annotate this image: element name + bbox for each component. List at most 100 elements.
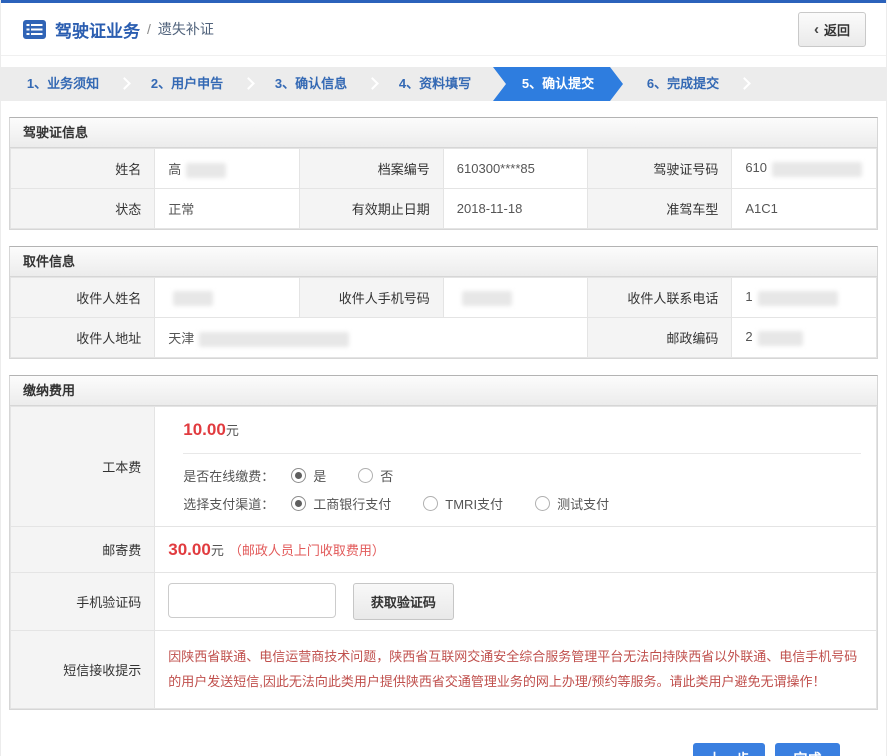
online-pay-row: 是否在线缴费： 是 否 <box>183 466 861 485</box>
radio-online-no-input[interactable] <box>358 468 373 483</box>
redacted-blob <box>186 163 226 178</box>
field-value-postal-code: 2 <box>732 318 877 358</box>
field-label-recipient-name: 收件人姓名 <box>11 278 155 318</box>
step-label: 3、确认信息 <box>275 76 347 91</box>
radio-channel-icbc[interactable]: 工商银行支付 <box>291 494 391 513</box>
radio-channel-test-input[interactable] <box>535 496 550 511</box>
section-payment: 缴纳费用 工本费 10.00元 是否在线缴费： 是 <box>9 375 878 710</box>
radio-label: 是 <box>313 466 326 485</box>
payment-table: 工本费 10.00元 是否在线缴费： 是 <box>10 406 877 709</box>
sms-code-cell: 获取验证码 <box>155 573 877 631</box>
step-5-confirm-submit[interactable]: 5、确认提交 <box>493 67 623 101</box>
sms-code-input[interactable] <box>168 583 336 618</box>
field-label-name: 姓名 <box>11 149 155 189</box>
value-text: 610300****85 <box>457 161 535 176</box>
mail-fee-cell: 30.00元 （邮政人员上门收取费用） <box>155 527 877 573</box>
field-value-vehicle-class: A1C1 <box>732 189 877 229</box>
step-4-fill-info[interactable]: 4、资料填写 <box>373 67 497 101</box>
radio-online-no[interactable]: 否 <box>358 466 393 485</box>
step-label: 2、用户申告 <box>151 76 223 91</box>
finish-button[interactable]: 完成 <box>775 743 840 756</box>
divider <box>183 453 861 454</box>
work-fee-amount: 10.00 <box>183 420 226 439</box>
redacted-blob <box>199 332 349 347</box>
pay-channel-question: 选择支付渠道： <box>183 494 291 513</box>
step-1-business-notes[interactable]: 1、业务须知 <box>1 67 125 101</box>
value-text: A1C1 <box>745 201 778 216</box>
section-license-title: 驾驶证信息 <box>10 118 877 148</box>
value-text: 2 <box>745 329 752 344</box>
field-label-expiry-date: 有效期止日期 <box>299 189 443 229</box>
mail-fee-amount: 30.00 <box>168 540 211 559</box>
table-row: 收件人地址 天津 邮政编码 2 <box>11 318 877 358</box>
value-text: 天津 <box>168 331 194 346</box>
back-button[interactable]: ‹ 返回 <box>798 12 866 47</box>
field-value-recipient-name <box>155 278 299 318</box>
step-wizard: 1、业务须知 2、用户申告 3、确认信息 4、资料填写 5、确认提交 6、完成提… <box>1 67 886 101</box>
online-pay-question: 是否在线缴费： <box>183 466 291 485</box>
radio-online-yes-input[interactable] <box>291 468 306 483</box>
breadcrumb-divider: / <box>147 21 151 37</box>
field-value-recipient-address: 天津 <box>155 318 588 358</box>
step-label: 6、完成提交 <box>647 76 719 91</box>
step-3-confirm-info[interactable]: 3、确认信息 <box>249 67 373 101</box>
list-icon <box>23 20 46 39</box>
table-row: 状态 正常 有效期止日期 2018-11-18 准驾车型 A1C1 <box>11 189 877 229</box>
field-value-status: 正常 <box>155 189 299 229</box>
field-value-recipient-phone: 1 <box>732 278 877 318</box>
redacted-blob <box>758 291 838 306</box>
value-text: 610 <box>745 160 767 175</box>
section-payment-title: 缴纳费用 <box>10 376 877 406</box>
mail-fee-note: （邮政人员上门收取费用） <box>229 543 385 558</box>
table-row: 手机验证码 获取验证码 <box>11 573 877 631</box>
value-text: 1 <box>745 289 752 304</box>
get-code-button[interactable]: 获取验证码 <box>353 583 454 620</box>
value-text: 高 <box>168 162 181 177</box>
mail-fee-unit: 元 <box>211 543 224 558</box>
step-6-complete-submit[interactable]: 6、完成提交 <box>621 67 745 101</box>
section-pickup-info: 取件信息 收件人姓名 收件人手机号码 收件人联系电话 1 收件人地址 天津 邮政… <box>9 246 878 359</box>
footer-actions: 上一步 完成 <box>1 743 840 756</box>
step-label: 5、确认提交 <box>522 76 594 91</box>
table-row: 短信接收提示 因陕西省联通、电信运营商技术问题，陕西省互联网交通安全综合服务管理… <box>11 631 877 709</box>
field-label-license-number: 驾驶证号码 <box>588 149 732 189</box>
radio-online-yes[interactable]: 是 <box>291 466 326 485</box>
field-value-license-number: 610 <box>732 149 877 189</box>
work-fee-unit: 元 <box>226 423 239 438</box>
field-label-work-fee: 工本费 <box>11 407 155 527</box>
step-2-user-declaration[interactable]: 2、用户申告 <box>125 67 249 101</box>
field-value-recipient-mobile <box>443 278 587 318</box>
field-value-file-number: 610300****85 <box>443 149 587 189</box>
radio-channel-test[interactable]: 测试支付 <box>535 494 609 513</box>
field-label-status: 状态 <box>11 189 155 229</box>
work-fee-amount-line: 10.00元 <box>183 420 861 440</box>
page: 驾驶证业务 / 遗失补证 ‹ 返回 1、业务须知 2、用户申告 3、确认信息 4… <box>0 0 887 756</box>
step-label: 1、业务须知 <box>27 76 99 91</box>
breadcrumb-current: 遗失补证 <box>158 19 214 39</box>
redacted-blob <box>772 162 862 177</box>
radio-label: 工商银行支付 <box>313 494 391 513</box>
radio-channel-tmri-input[interactable] <box>423 496 438 511</box>
field-label-file-number: 档案编号 <box>299 149 443 189</box>
field-label-vehicle-class: 准驾车型 <box>588 189 732 229</box>
radio-channel-icbc-input[interactable] <box>291 496 306 511</box>
field-label-mail-fee: 邮寄费 <box>11 527 155 573</box>
value-text: 正常 <box>168 202 194 217</box>
sms-tip-cell: 因陕西省联通、电信运营商技术问题，陕西省互联网交通安全综合服务管理平台无法向持陕… <box>155 631 877 709</box>
field-label-recipient-phone: 收件人联系电话 <box>588 278 732 318</box>
radio-label: 否 <box>380 466 393 485</box>
chevron-right-icon <box>738 77 751 90</box>
radio-label: TMRI支付 <box>445 494 503 513</box>
redacted-blob <box>758 331 803 346</box>
license-info-table: 姓名 高 档案编号 610300****85 驾驶证号码 610 状态 正常 有… <box>10 148 877 229</box>
step-label: 4、资料填写 <box>399 76 471 91</box>
field-label-sms-tip: 短信接收提示 <box>11 631 155 709</box>
work-fee-cell: 10.00元 是否在线缴费： 是 否 <box>155 407 877 527</box>
previous-step-button[interactable]: 上一步 <box>693 743 765 756</box>
section-pickup-title: 取件信息 <box>10 247 877 277</box>
field-value-name: 高 <box>155 149 299 189</box>
pickup-info-table: 收件人姓名 收件人手机号码 收件人联系电话 1 收件人地址 天津 邮政编码 2 <box>10 277 877 358</box>
header: 驾驶证业务 / 遗失补证 ‹ 返回 <box>1 3 886 56</box>
redacted-blob <box>173 291 213 306</box>
radio-channel-tmri[interactable]: TMRI支付 <box>423 494 503 513</box>
